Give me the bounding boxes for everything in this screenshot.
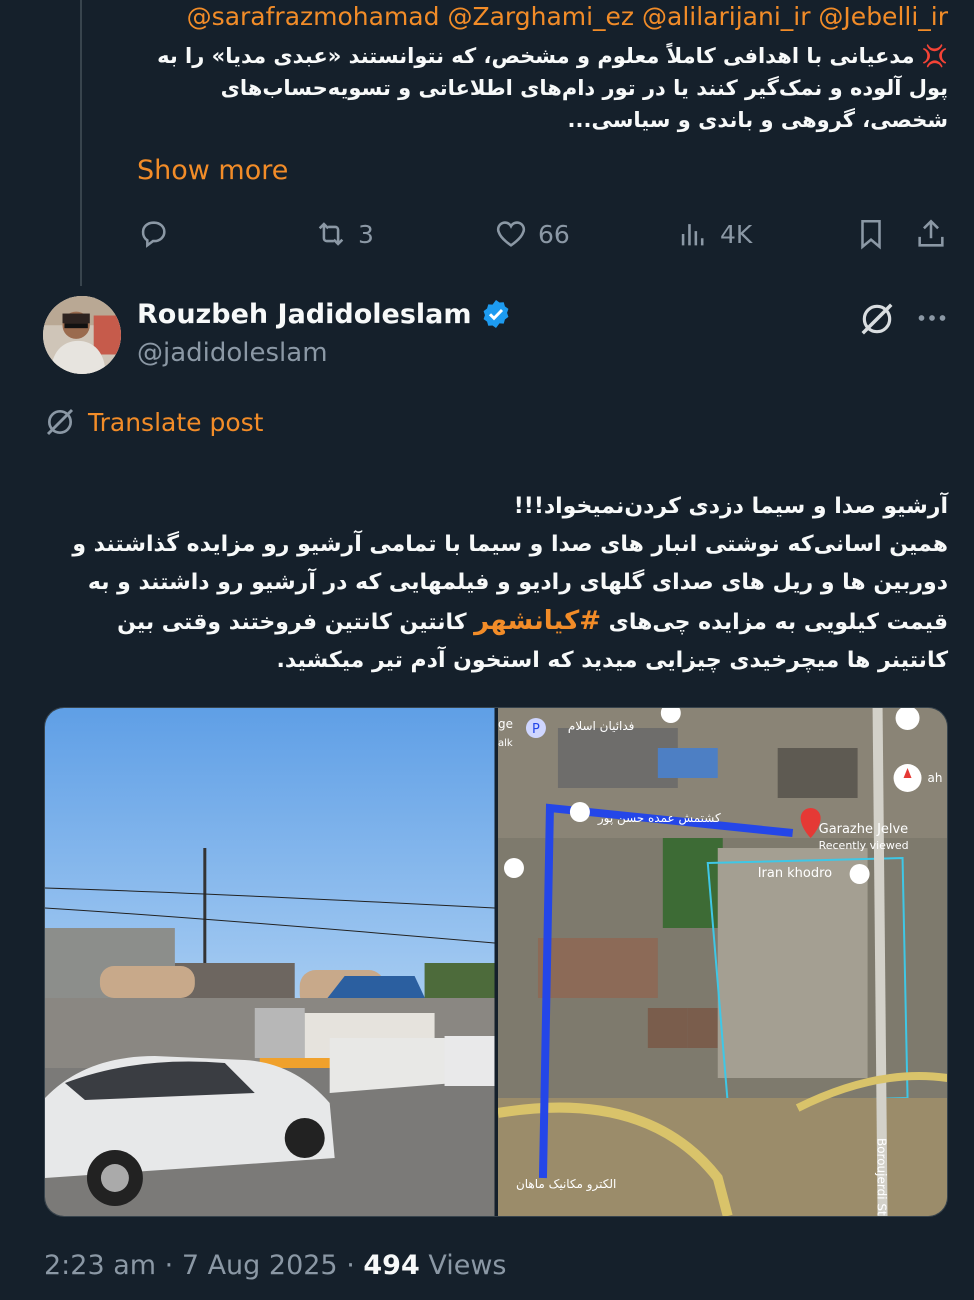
- post-date[interactable]: 7 Aug 2025: [182, 1250, 338, 1281]
- map-label-garazhe: Garazhe Jelve: [818, 822, 908, 837]
- like-button[interactable]: 66: [494, 217, 676, 251]
- photo-street[interactable]: [45, 708, 495, 1216]
- post-views-label: Views: [428, 1250, 507, 1281]
- map-label-iran-khodro: Iran khodro: [757, 866, 831, 881]
- author-handle[interactable]: @jadidoleslam: [137, 338, 328, 368]
- anger-emoji: 💢: [921, 44, 948, 68]
- author-name[interactable]: Rouzbeh Jadidoleslam: [137, 298, 512, 330]
- map-label-street: Boroujerdi St: [874, 1138, 888, 1216]
- show-more-link[interactable]: Show more: [137, 155, 288, 186]
- share-button[interactable]: [914, 217, 948, 251]
- map-label-fa1: فدائیان اسلام: [567, 719, 633, 733]
- svg-text:P: P: [532, 722, 540, 737]
- previous-post-body: مدعیانی با اهدافی کاملاً معلوم و مشخص، ک…: [157, 44, 948, 132]
- reply-button[interactable]: [136, 217, 314, 251]
- repost-count: 3: [358, 219, 374, 249]
- repost-icon: [318, 222, 344, 246]
- translate-post-link[interactable]: Translate post: [44, 406, 263, 438]
- thread-connector: [80, 0, 82, 286]
- views-count: 4K: [720, 219, 753, 249]
- more-options-icon[interactable]: [912, 300, 952, 336]
- views-button[interactable]: 4K: [676, 217, 854, 251]
- street-photo: [45, 708, 495, 1216]
- grok-icon[interactable]: [858, 300, 896, 338]
- map-label-fa3: الکترو مکانیک ماهان: [515, 1177, 615, 1192]
- mentions[interactable]: @sarafrazmohamad @Zarghami_ez @alilarija…: [187, 2, 948, 31]
- bookmark-icon: [861, 219, 881, 250]
- map-screenshot[interactable]: P Garazhe Jelve Recently viewed Iran kho…: [497, 708, 947, 1216]
- translate-icon: [46, 408, 74, 436]
- previous-post-text: 💢 مدعیانی با اهدافی کاملاً معلوم و مشخص،…: [136, 40, 948, 136]
- satellite-map: P Garazhe Jelve Recently viewed Iran kho…: [497, 708, 947, 1216]
- bookmark-button[interactable]: [854, 217, 914, 251]
- post-time[interactable]: 2:23 am: [44, 1250, 156, 1281]
- map-label-edge1: ge: [498, 717, 513, 731]
- avatar[interactable]: [43, 296, 121, 374]
- like-count: 66: [538, 219, 570, 249]
- hashtag-link[interactable]: #کیانشهر: [474, 606, 601, 636]
- verified-badge-icon: [483, 300, 508, 328]
- post-actions: 3 66 4K: [136, 212, 948, 256]
- map-label-fa2: کشتمش عمده حسن پور: [596, 811, 720, 826]
- media-grid: P Garazhe Jelve Recently viewed Iran kho…: [44, 707, 948, 1217]
- share-icon: [918, 219, 944, 247]
- map-label-edge3: ah: [927, 771, 942, 785]
- translate-label: Translate post: [88, 407, 264, 437]
- post-text: آرشیو صدا و سیما دزدی کردن‌نمیخواد!!! هم…: [44, 450, 948, 680]
- post-views-count: 494: [363, 1250, 420, 1281]
- views-icon: [681, 224, 704, 246]
- repost-button[interactable]: 3: [314, 217, 494, 251]
- heart-icon: [496, 221, 526, 247]
- avatar-photo: [43, 296, 121, 374]
- author-name-text: Rouzbeh Jadidoleslam: [137, 298, 472, 330]
- post-timestamp: 2:23 am · 7 Aug 2025 · 494 Views: [44, 1250, 507, 1281]
- map-label-recent: Recently viewed: [818, 839, 908, 852]
- map-label-edge2: alk: [498, 738, 513, 749]
- reply-icon: [141, 221, 166, 248]
